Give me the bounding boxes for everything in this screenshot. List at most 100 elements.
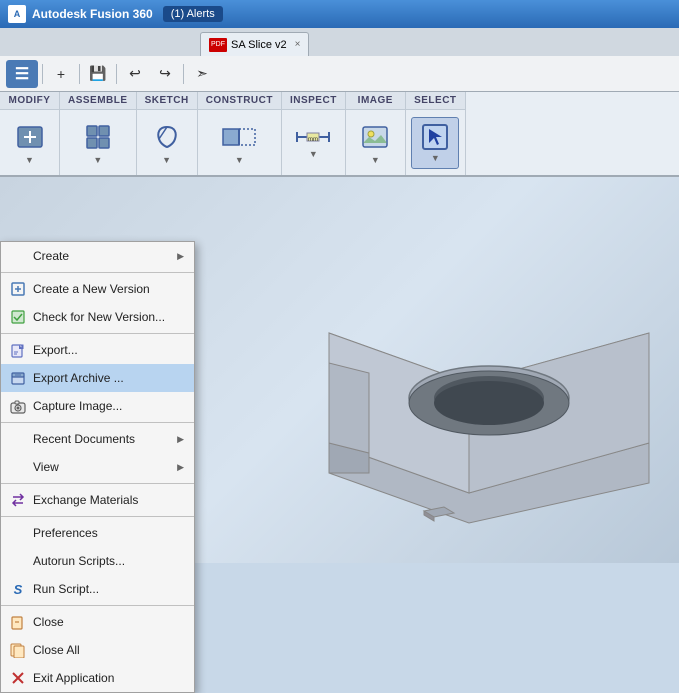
- image-buttons: ▼: [347, 110, 403, 175]
- menu-autorun-scripts[interactable]: Autorun Scripts...: [1, 547, 194, 575]
- export-archive-label: Export Archive ...: [33, 371, 124, 385]
- menu-button[interactable]: ☰: [6, 60, 38, 88]
- toolbar-separator-1: [42, 64, 43, 84]
- toolbar-separator-3: [116, 64, 117, 84]
- preferences-icon: [9, 524, 27, 542]
- autorun-scripts-label: Autorun Scripts...: [33, 554, 125, 568]
- camera-icon: [9, 397, 27, 415]
- tab-close-button[interactable]: ×: [295, 39, 301, 50]
- close-label: Close: [33, 615, 64, 629]
- menu-recent-docs[interactable]: Recent Documents: [1, 425, 194, 453]
- construct-label: CONSTRUCT: [198, 92, 281, 110]
- toolbar-separator-4: [183, 64, 184, 84]
- app-name: Autodesk Fusion 360: [32, 7, 153, 21]
- menu-view[interactable]: View: [1, 453, 194, 481]
- separator-4: [1, 483, 194, 484]
- tab-title: SA Slice v2: [231, 39, 287, 51]
- sketch-label: SKETCH: [137, 92, 197, 110]
- ribbon-section-inspect: INSPECT mm ▼: [282, 92, 346, 175]
- image-label: IMAGE: [346, 92, 405, 110]
- separator-6: [1, 605, 194, 606]
- title-bar: A Autodesk Fusion 360 (1) Alerts: [0, 0, 679, 28]
- menu-run-script[interactable]: S Run Script...: [1, 575, 194, 603]
- separator-5: [1, 516, 194, 517]
- menu-create-header[interactable]: Create: [1, 242, 194, 270]
- menu-create-new-version[interactable]: Create a New Version: [1, 275, 194, 303]
- ribbon: MODIFY ▼ ASSEMBLE ▼: [0, 92, 679, 177]
- image-icon: [359, 121, 391, 153]
- tab-bar: PDF SA Slice v2 ×: [0, 28, 679, 56]
- svg-text:mm: mm: [308, 137, 318, 143]
- redo-button[interactable]: ↪: [151, 60, 179, 88]
- menu-close-all[interactable]: Close All: [1, 636, 194, 664]
- menu-preferences[interactable]: Preferences: [1, 519, 194, 547]
- exchange-materials-label: Exchange Materials: [33, 493, 138, 507]
- app-icon: A: [8, 5, 26, 23]
- share-button[interactable]: ➣: [188, 60, 216, 88]
- assemble-buttons: ▼: [70, 110, 126, 175]
- export-archive-icon: [9, 369, 27, 387]
- tab-sa-slice[interactable]: PDF SA Slice v2 ×: [200, 32, 309, 56]
- script-icon: S: [9, 580, 27, 598]
- separator-3: [1, 422, 194, 423]
- main-area: Create Create a New Version Check for Ne…: [0, 177, 679, 563]
- menu-export[interactable]: Export...: [1, 336, 194, 364]
- export-label: Export...: [33, 343, 78, 357]
- ribbon-section-assemble: ASSEMBLE ▼: [60, 92, 137, 175]
- menu-check-new-version[interactable]: Check for New Version...: [1, 303, 194, 331]
- inspect-label: INSPECT: [282, 92, 345, 110]
- ribbon-section-modify: MODIFY ▼: [0, 92, 60, 175]
- exit-application-label: Exit Application: [33, 671, 114, 685]
- menu-capture-image[interactable]: Capture Image...: [1, 392, 194, 420]
- sketch-buttons: ▼: [139, 110, 195, 175]
- assemble-button[interactable]: ▼: [74, 117, 122, 169]
- ribbon-section-image: IMAGE ▼: [346, 92, 406, 175]
- toolbar: ☰ + 💾 ↩ ↪ ➣: [0, 56, 679, 92]
- menu-export-archive[interactable]: Export Archive ...: [1, 364, 194, 392]
- modify-label: MODIFY: [0, 92, 59, 110]
- menu-exchange-materials[interactable]: Exchange Materials: [1, 486, 194, 514]
- create-label: Create: [33, 249, 69, 263]
- inspect-icon: mm: [293, 127, 333, 147]
- add-button[interactable]: +: [47, 60, 75, 88]
- image-button[interactable]: ▼: [351, 117, 399, 169]
- tab-pdf-icon: PDF: [209, 38, 227, 52]
- assemble-label: ASSEMBLE: [60, 92, 136, 110]
- run-script-label: Run Script...: [33, 582, 99, 596]
- modify-button[interactable]: ▼: [6, 117, 54, 169]
- view-icon: [9, 458, 27, 476]
- ribbon-section-sketch: SKETCH ▼: [137, 92, 198, 175]
- capture-image-label: Capture Image...: [33, 399, 122, 413]
- modify-buttons: ▼: [2, 110, 58, 175]
- exit-icon: [9, 669, 27, 687]
- menu-exit-application[interactable]: Exit Application: [1, 664, 194, 692]
- exchange-icon: [9, 491, 27, 509]
- close-icon: [9, 613, 27, 631]
- alerts-badge[interactable]: (1) Alerts: [163, 6, 223, 22]
- close-all-label: Close All: [33, 643, 80, 657]
- undo-button[interactable]: ↩: [121, 60, 149, 88]
- separator-1: [1, 272, 194, 273]
- ribbon-section-select: SELECT ▼: [406, 92, 466, 175]
- close-all-icon: [9, 641, 27, 659]
- recent-docs-label: Recent Documents: [33, 432, 135, 446]
- save-button[interactable]: 💾: [84, 60, 112, 88]
- view-label: View: [33, 460, 59, 474]
- check-version-icon: [9, 308, 27, 326]
- ribbon-section-construct: CONSTRUCT ▼: [198, 92, 282, 175]
- assemble-icon: [82, 121, 114, 153]
- construct-buttons: ▼: [211, 110, 267, 175]
- new-version-icon: [9, 280, 27, 298]
- create-icon: [9, 247, 27, 265]
- select-button[interactable]: ▼: [411, 117, 459, 169]
- construct-icon: [221, 121, 257, 153]
- sketch-button[interactable]: ▼: [143, 117, 191, 169]
- check-new-version-label: Check for New Version...: [33, 310, 165, 324]
- sketch-icon: [151, 121, 183, 153]
- dropdown-menu: Create Create a New Version Check for Ne…: [0, 241, 195, 693]
- 3d-model: [269, 243, 669, 553]
- construct-button[interactable]: ▼: [215, 117, 263, 169]
- menu-close[interactable]: Close: [1, 608, 194, 636]
- inspect-button[interactable]: mm ▼: [289, 117, 337, 169]
- autorun-icon: [9, 552, 27, 570]
